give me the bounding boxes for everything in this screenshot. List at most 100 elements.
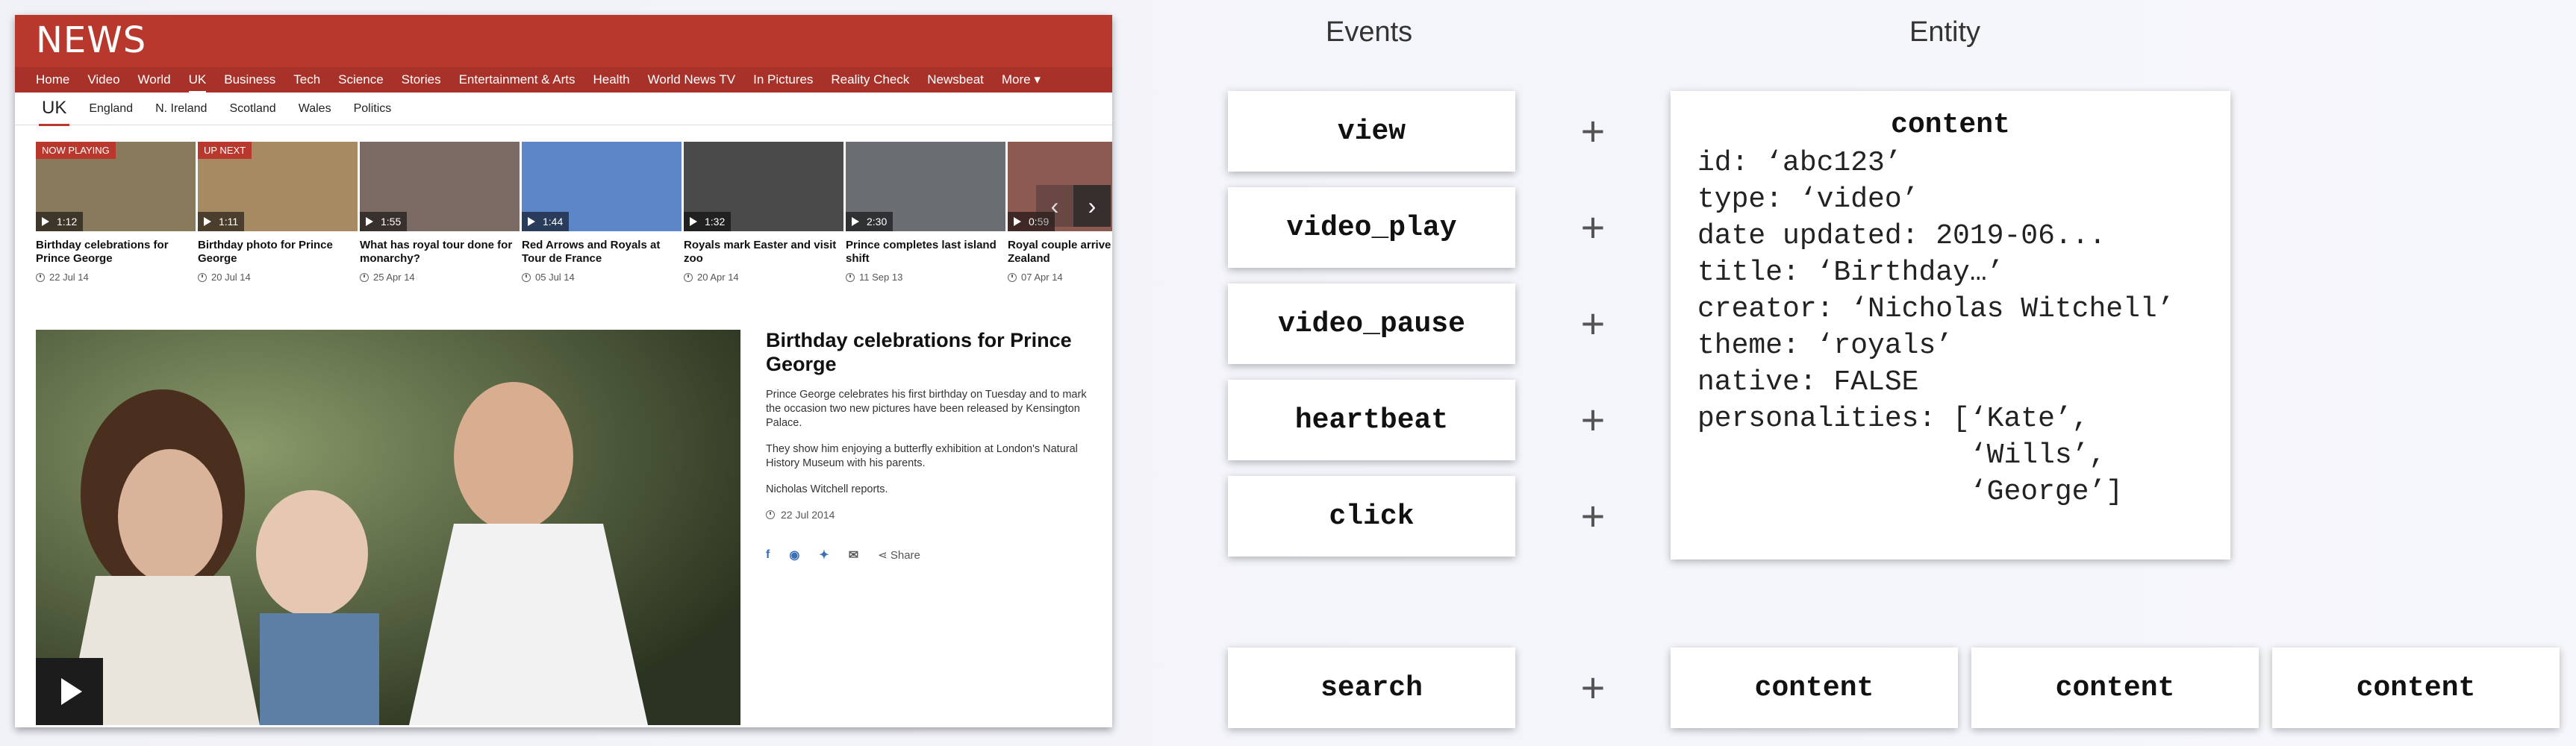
video-title[interactable]: What has royal tour done for monarchy?	[360, 239, 520, 266]
video-duration: 2:30	[867, 216, 888, 228]
play-icon	[366, 217, 373, 226]
video-date-text: 07 Apr 14	[1021, 272, 1063, 283]
video-title[interactable]: Red Arrows and Royals at Tour de France	[522, 239, 682, 266]
event-box-search: search	[1228, 648, 1515, 728]
video-duration: 1:44	[543, 216, 564, 228]
subnav-item[interactable]: Scotland	[229, 102, 275, 116]
nav-item[interactable]: In Pictures	[753, 72, 813, 87]
events-column-title: Events	[1326, 16, 1413, 48]
video-card[interactable]: 2:30 Prince completes last island shift 11…	[846, 142, 1005, 306]
top-nav: Home Video World UK Business Tech Science Stori…	[15, 67, 1112, 93]
video-title[interactable]: Prince completes last island shift	[846, 239, 1005, 266]
strip-next-button[interactable]: ›	[1073, 185, 1111, 227]
search-entity-box: content	[1671, 648, 1958, 728]
news-page-screenshot: NEWS Home Video World UK Business Tech Science…	[15, 15, 1112, 727]
share-button[interactable]: ⋖ Share	[878, 548, 920, 562]
nav-item[interactable]: Tech	[293, 72, 320, 87]
duration-overlay: 1:11	[198, 212, 245, 231]
video-date-text: 20 Jul 14	[211, 272, 251, 283]
subnav-item[interactable]: England	[89, 102, 133, 116]
video-badge: NOW PLAYING	[36, 142, 116, 159]
plus-icon: +	[1580, 204, 1606, 251]
plus-icon: +	[1580, 396, 1606, 443]
strip-prev-button[interactable]: ‹	[1036, 185, 1073, 227]
search-entity-box: content	[1971, 648, 2259, 728]
nav-item[interactable]: Reality Check	[831, 72, 909, 87]
video-title[interactable]: Birthday celebrations for Prince George	[36, 239, 196, 266]
video-card[interactable]: NOW PLAYING 1:12 Birthday celebrations for…	[36, 142, 196, 306]
video-card[interactable]: 1:55 What has royal tour done for monarch…	[360, 142, 520, 306]
video-date: 11 Sep 13	[846, 272, 1005, 283]
duration-overlay: 1:32	[684, 212, 732, 231]
video-thumbnail[interactable]: 1:55	[360, 142, 520, 231]
video-card[interactable]: 1:32 Royals mark Easter and visit zoo 20 A…	[684, 142, 843, 306]
video-date-text: 05 Jul 14	[535, 272, 575, 283]
search-entity-box: content	[2272, 648, 2560, 728]
subnav-item[interactable]: UK	[38, 98, 70, 126]
video-date-text: 20 Apr 14	[697, 272, 739, 283]
news-logo[interactable]: NEWS	[36, 19, 146, 61]
article-paragraph: Nicholas Witchell reports.	[766, 483, 888, 495]
plus-icon: +	[1580, 300, 1606, 347]
video-badge: UP NEXT	[198, 142, 252, 159]
nav-item[interactable]: Home	[36, 72, 69, 87]
news-header: NEWS Home Video World UK Business Tech Science…	[15, 15, 1112, 93]
plus-icon: +	[1580, 664, 1606, 711]
article-title[interactable]: Birthday celebrations for Prince George	[766, 328, 1094, 376]
video-thumbnail[interactable]: 2:30	[846, 142, 1005, 231]
clock-icon	[198, 272, 207, 282]
nav-item[interactable]: World News TV	[648, 72, 735, 87]
main-video-player[interactable]	[36, 330, 740, 725]
video-duration: 1:11	[219, 216, 239, 228]
nav-item[interactable]: Video	[87, 72, 119, 87]
video-title[interactable]: Royal couple arrive in New Zealand	[1008, 239, 1112, 266]
event-box-video-play: video_play	[1228, 187, 1515, 268]
play-icon	[852, 217, 859, 226]
video-duration: 1:12	[57, 216, 78, 228]
email-icon[interactable]: ✉	[849, 548, 858, 562]
plus-icon: +	[1580, 107, 1606, 154]
video-title[interactable]: Birthday photo for Prince George	[198, 239, 358, 266]
nav-item[interactable]: Entertainment & Arts	[459, 72, 576, 87]
entity-attribute-line: personalities: [‘Kate’,	[1697, 403, 2089, 435]
nav-item[interactable]: UK	[188, 72, 206, 93]
duration-overlay: 1:12	[36, 212, 84, 231]
entity-attribute-line: native: FALSE	[1697, 366, 1919, 398]
video-date: 07 Apr 14	[1008, 272, 1112, 283]
nav-item[interactable]: Newsbeat	[927, 72, 984, 87]
entity-attribute-line: title: ‘Birthday…’	[1697, 257, 2004, 289]
video-thumbnail[interactable]: 1:44	[522, 142, 682, 231]
video-card[interactable]: UP NEXT 1:11 Birthday photo for Prince Geo…	[198, 142, 358, 306]
play-icon	[528, 217, 535, 226]
nav-item[interactable]: Science	[338, 72, 383, 87]
entity-attribute-line: type: ‘video’	[1697, 184, 1919, 216]
event-box-view: view	[1228, 91, 1515, 172]
play-button[interactable]	[36, 658, 103, 725]
video-card[interactable]: 1:44 Red Arrows and Royals at Tour de Fra…	[522, 142, 682, 306]
duration-overlay: 2:30	[846, 212, 894, 231]
play-icon	[42, 217, 49, 226]
nav-item[interactable]: Business	[224, 72, 275, 87]
video-thumbnail[interactable]: 1:32	[684, 142, 843, 231]
twitter-icon[interactable]: ✦	[819, 548, 829, 562]
nav-item[interactable]: Stories	[402, 72, 441, 87]
article-date: 22 Jul 2014	[766, 509, 1094, 521]
facebook-icon[interactable]: f	[766, 548, 770, 562]
subnav-item[interactable]: N. Ireland	[155, 102, 207, 116]
nav-item[interactable]: Health	[593, 72, 629, 87]
subnav-item[interactable]: Wales	[299, 102, 331, 116]
video-date-text: 22 Jul 14	[49, 272, 89, 283]
video-title[interactable]: Royals mark Easter and visit zoo	[684, 239, 843, 266]
subnav-item[interactable]: Politics	[354, 102, 392, 116]
nav-item[interactable]: World	[138, 72, 171, 87]
video-thumbnail[interactable]: UP NEXT 1:11	[198, 142, 358, 231]
messenger-icon[interactable]: ◉	[789, 548, 799, 562]
play-icon	[690, 217, 697, 226]
video-strip: NOW PLAYING 1:12 Birthday celebrations for…	[36, 142, 1112, 306]
sub-nav: UK England N. Ireland Scotland Wales Politics	[15, 93, 1112, 126]
article-paragraph: They show him enjoying a butterfly exhib…	[766, 443, 1078, 469]
nav-item[interactable]: More ▾	[1002, 72, 1041, 87]
video-date: 20 Apr 14	[684, 272, 843, 283]
article-date-text: 22 Jul 2014	[781, 509, 835, 521]
video-thumbnail[interactable]: NOW PLAYING 1:12	[36, 142, 196, 231]
